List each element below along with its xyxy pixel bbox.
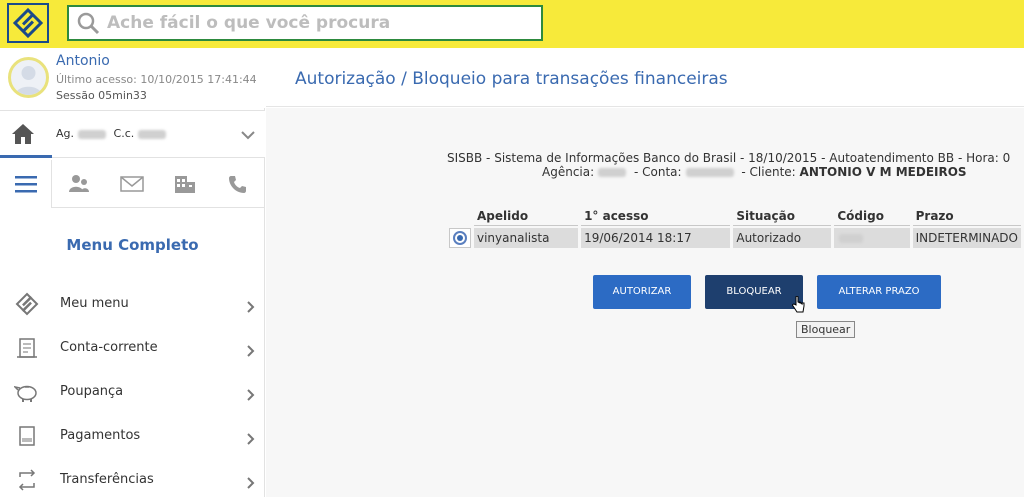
- row-radio-button[interactable]: [453, 231, 467, 245]
- table-row[interactable]: vinyanalista 19/06/2014 18:17 Autorizado…: [449, 228, 1021, 248]
- statement-icon: [14, 336, 40, 360]
- sidebar-item-conta-corrente[interactable]: Conta-corrente: [0, 326, 265, 370]
- contacts-icon[interactable]: [53, 160, 105, 208]
- last-access: Último acesso: 10/10/2015 17:41:44: [56, 73, 257, 86]
- cliente-label: - Cliente:: [741, 165, 796, 179]
- chevron-right-icon: [247, 430, 255, 449]
- cell-situacao: Autorizado: [733, 228, 832, 248]
- sidebar-item-label: Transferências: [60, 472, 154, 487]
- bb-logo-icon[interactable]: [7, 3, 49, 43]
- cell-acesso: 19/06/2014 18:17: [581, 228, 731, 248]
- page-title: Autorização / Bloqueio para transações f…: [295, 69, 728, 89]
- account-label: Ag. C.c.: [56, 127, 170, 140]
- page-header: Autorização / Bloqueio para transações f…: [266, 48, 1024, 107]
- home-underline: [0, 155, 52, 158]
- content-panel: SISBB - Sistema de Informações Banco do …: [266, 108, 1024, 497]
- sidebar-item-label: Conta-corrente: [60, 340, 158, 355]
- account-selector[interactable]: Ag. C.c.: [0, 110, 265, 158]
- chevron-right-icon: [247, 386, 255, 405]
- top-bar: [0, 0, 1024, 48]
- column-header-prazo: Prazo: [912, 206, 1021, 226]
- agency-number-blurred: [78, 129, 107, 139]
- cell-apelido: vinyanalista: [474, 228, 579, 248]
- transfer-icon: [14, 468, 40, 492]
- cell-prazo: INDETERMINADO: [912, 228, 1021, 248]
- sidebar: Antonio Último acesso: 10/10/2015 17:41:…: [0, 48, 265, 497]
- session-timer: Sessão 05min33: [56, 89, 147, 102]
- tooltip: Bloquear: [796, 321, 856, 338]
- column-header-codigo: Código: [834, 206, 910, 226]
- chevron-right-icon: [247, 342, 255, 361]
- codigo-value-blurred: [839, 234, 864, 243]
- account-number-blurred: [138, 129, 167, 139]
- sisbb-header-line: SISBB - Sistema de Informações Banco do …: [447, 151, 1011, 165]
- home-icon[interactable]: [10, 121, 36, 147]
- user-name: Antonio: [56, 53, 110, 69]
- building-icon[interactable]: [159, 160, 211, 208]
- account-label-cc: C.c.: [113, 127, 135, 140]
- alterar-prazo-button[interactable]: ALTERAR PRAZO: [817, 275, 941, 309]
- devices-table: Apelido 1° acesso Situação Código Prazo …: [446, 204, 1024, 250]
- search-icon[interactable]: [69, 7, 107, 39]
- select-column-header: [449, 206, 471, 226]
- chevron-right-icon: [247, 474, 255, 493]
- cell-codigo: [834, 228, 910, 248]
- piggy-bank-icon: [14, 380, 40, 404]
- table-header-row: Apelido 1° acesso Situação Código Prazo: [449, 206, 1021, 226]
- hamburger-menu-icon[interactable]: [0, 160, 52, 208]
- search-box[interactable]: [67, 5, 543, 41]
- mail-icon[interactable]: [106, 160, 158, 208]
- sidebar-icon-tabs: [0, 160, 265, 208]
- sidebar-item-pagamentos[interactable]: Pagamentos: [0, 414, 265, 458]
- agencia-label: Agência:: [542, 165, 595, 179]
- sidebar-item-label: Poupança: [60, 384, 124, 399]
- chevron-down-icon[interactable]: [241, 125, 255, 144]
- client-info-line: Agência: - Conta: - Cliente: ANTONIO V M…: [542, 165, 967, 179]
- sidebar-item-label: Pagamentos: [60, 428, 141, 443]
- cliente-name: ANTONIO V M MEDEIROS: [799, 165, 967, 179]
- hand-cursor-icon: [791, 295, 805, 318]
- column-header-situacao: Situação: [733, 206, 832, 226]
- conta-label: - Conta:: [633, 165, 682, 179]
- menu-title[interactable]: Menu Completo: [0, 236, 265, 254]
- row-select-cell[interactable]: [449, 228, 471, 248]
- user-panel: Antonio Último acesso: 10/10/2015 17:41:…: [0, 48, 265, 108]
- agency-label: Ag.: [56, 127, 75, 140]
- sidebar-item-meu-menu[interactable]: Meu menu: [0, 282, 265, 326]
- radio-selected-dot: [457, 235, 463, 241]
- column-header-apelido: Apelido: [474, 206, 579, 226]
- sidebar-item-transferencias[interactable]: Transferências: [0, 458, 265, 502]
- avatar[interactable]: [8, 57, 49, 98]
- chevron-right-icon: [247, 298, 255, 317]
- phone-icon[interactable]: [212, 160, 264, 208]
- column-header-acesso: 1° acesso: [581, 206, 731, 226]
- bb-logo-icon: [14, 292, 40, 316]
- main-area: Autorização / Bloqueio para transações f…: [266, 48, 1024, 497]
- conta-value-blurred: [685, 168, 734, 177]
- bloquear-button[interactable]: BLOQUEAR: [705, 275, 803, 309]
- sidebar-item-poupanca[interactable]: Poupança: [0, 370, 265, 414]
- autorizar-button[interactable]: AUTORIZAR: [593, 275, 691, 309]
- barcode-icon: [14, 424, 40, 448]
- agencia-value-blurred: [598, 168, 627, 177]
- sidebar-item-label: Meu menu: [60, 296, 129, 311]
- search-input[interactable]: [107, 13, 527, 33]
